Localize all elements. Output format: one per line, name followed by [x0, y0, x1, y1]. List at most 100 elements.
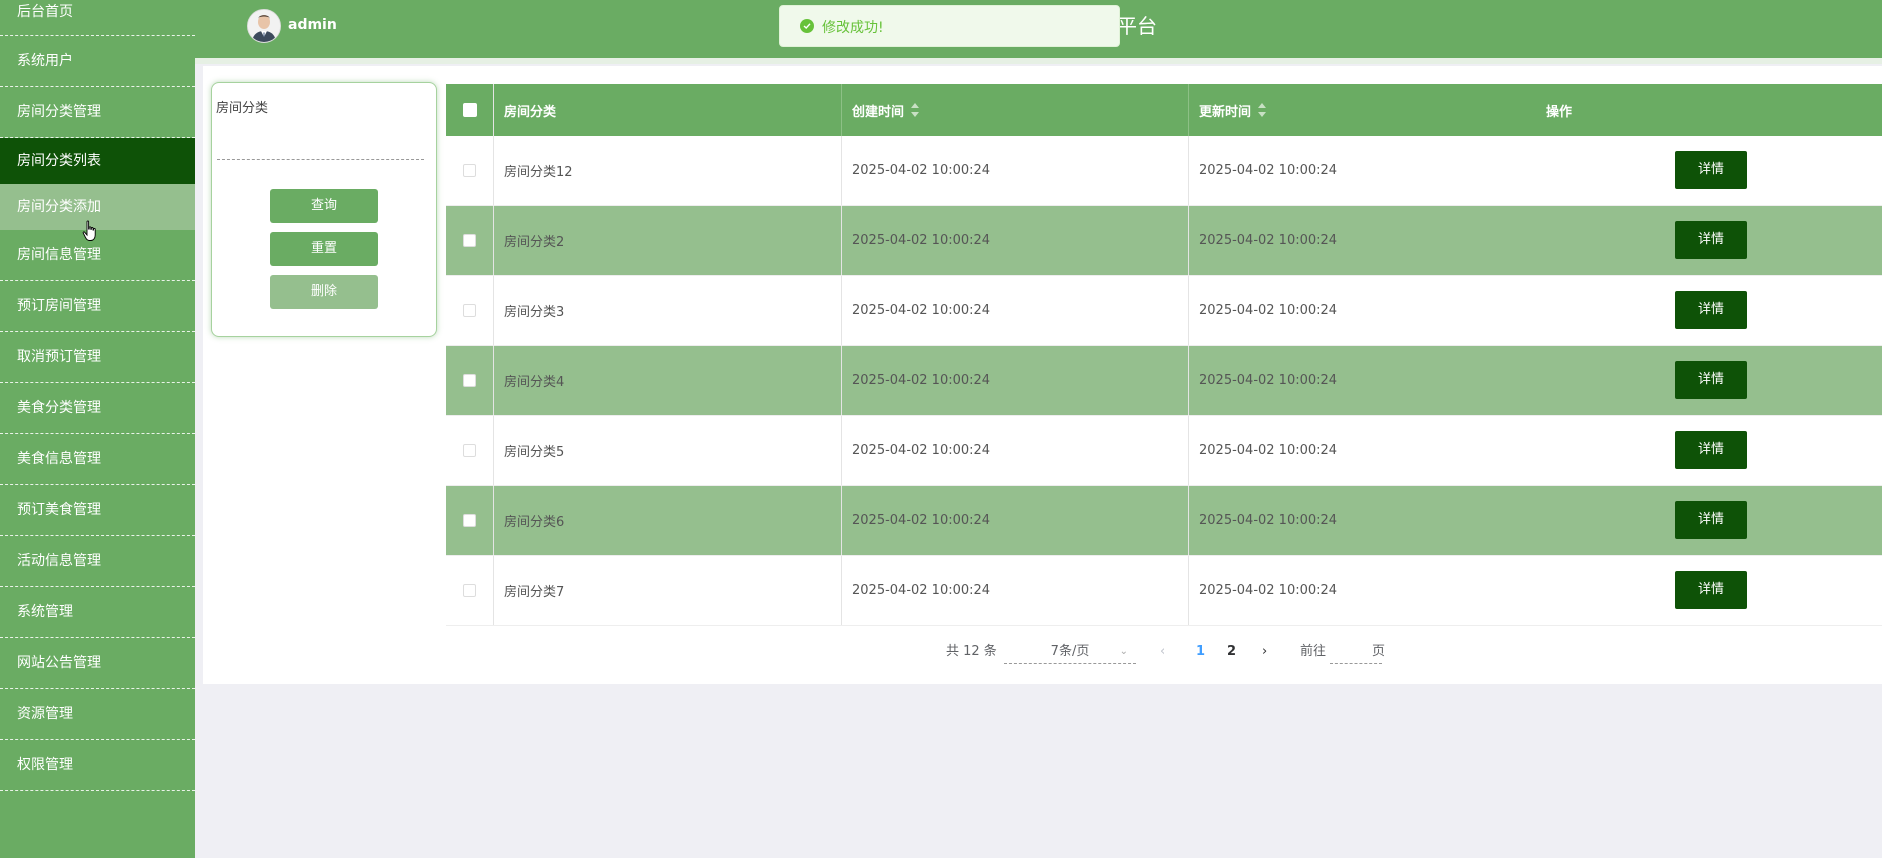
column-header-updated[interactable]: 更新时间	[1189, 84, 1536, 136]
row-name: 房间分类3	[494, 276, 842, 345]
detail-button[interactable]: 详情	[1675, 361, 1747, 399]
chevron-right-icon[interactable]: ›	[1262, 641, 1267, 663]
site-title: 平台	[1117, 14, 1157, 38]
column-header-updated-label: 更新时间	[1199, 104, 1252, 120]
column-header-created[interactable]: 创建时间	[842, 84, 1189, 136]
pagination: 共 12 条 7条/页 ⌄ ‹ 1 2 › 前往 页	[0, 641, 1882, 664]
sidebar-item-dashboard[interactable]: 后台首页	[0, 0, 195, 36]
row-created: 2025-04-02 10:00:24	[842, 556, 1189, 625]
sidebar-item-system-users[interactable]: 系统用户	[0, 36, 195, 87]
row-checkbox-cell	[446, 346, 494, 415]
sidebar-item-activity-info-management[interactable]: 活动信息管理	[0, 536, 195, 587]
sidebar-item-cancel-booking-management[interactable]: 取消预订管理	[0, 332, 195, 383]
detail-button[interactable]: 详情	[1675, 431, 1747, 469]
page-size-select[interactable]: 7条/页 ⌄	[1004, 641, 1136, 664]
row-checkbox[interactable]	[463, 374, 476, 387]
row-created: 2025-04-02 10:00:24	[842, 346, 1189, 415]
detail-button[interactable]: 详情	[1675, 221, 1747, 259]
row-checkbox-cell	[446, 416, 494, 485]
row-checkbox-cell	[446, 276, 494, 345]
row-name: 房间分类7	[494, 556, 842, 625]
page-number-1[interactable]: 1	[1196, 641, 1205, 663]
chevron-down-icon: ⌄	[1119, 646, 1128, 657]
row-created: 2025-04-02 10:00:24	[842, 416, 1189, 485]
row-checkbox[interactable]	[463, 164, 476, 177]
detail-button[interactable]: 详情	[1675, 151, 1747, 189]
row-updated: 2025-04-02 10:00:24	[1199, 303, 1338, 318]
sidebar-item-room-category-list[interactable]: 房间分类列表	[0, 138, 195, 184]
table-row: 房间分类7 2025-04-02 10:00:24 2025-04-02 10:…	[446, 556, 1882, 626]
goto-label: 前往	[1300, 644, 1327, 659]
page-number-2[interactable]: 2	[1227, 641, 1236, 663]
row-name: 房间分类12	[494, 136, 842, 205]
username[interactable]: admin	[288, 17, 337, 33]
row-checkbox-cell	[446, 486, 494, 555]
hand-pointer-icon	[82, 220, 96, 241]
sidebar-item-food-category-management[interactable]: 美食分类管理	[0, 383, 195, 434]
select-all-checkbox[interactable]	[462, 103, 477, 117]
query-button[interactable]: 查询	[270, 189, 378, 223]
row-checkbox-cell	[446, 136, 494, 205]
table-header: 房间分类 创建时间 更新时间 操作	[446, 84, 1882, 136]
row-name: 房间分类2	[494, 206, 842, 275]
success-check-icon	[800, 19, 814, 33]
page-unit-label: 页	[1372, 644, 1386, 659]
sidebar-item-food-booking-management[interactable]: 预订美食管理	[0, 485, 195, 536]
table-row: 房间分类3 2025-04-02 10:00:24 2025-04-02 10:…	[446, 276, 1882, 346]
table-row: 房间分类5 2025-04-02 10:00:24 2025-04-02 10:…	[446, 416, 1882, 486]
row-checkbox[interactable]	[463, 584, 476, 597]
avatar[interactable]	[247, 9, 281, 43]
row-checkbox-cell	[446, 206, 494, 275]
sidebar-item-resource-management[interactable]: 资源管理	[0, 689, 195, 740]
search-label: 房间分类	[216, 101, 269, 116]
sidebar-item-system-management[interactable]: 系统管理	[0, 587, 195, 638]
row-created: 2025-04-02 10:00:24	[842, 206, 1189, 275]
page-size-value: 7条/页	[1050, 644, 1090, 659]
room-category-search-input[interactable]	[217, 123, 424, 160]
row-updated: 2025-04-02 10:00:24	[1199, 373, 1338, 388]
sort-caret-icon[interactable]	[1258, 103, 1267, 117]
row-checkbox[interactable]	[463, 304, 476, 317]
row-updated: 2025-04-02 10:00:24	[1199, 163, 1338, 178]
toast-message: 修改成功!	[822, 20, 884, 36]
detail-button[interactable]: 详情	[1675, 501, 1747, 539]
success-toast: 修改成功!	[779, 5, 1120, 47]
row-updated: 2025-04-02 10:00:24	[1199, 583, 1338, 598]
detail-button[interactable]: 详情	[1675, 571, 1747, 609]
table-row: 房间分类4 2025-04-02 10:00:24 2025-04-02 10:…	[446, 346, 1882, 416]
room-category-table: 房间分类 创建时间 更新时间 操作 房间分类12 2025-04-02 10:0…	[446, 84, 1882, 626]
pagination-total: 共 12 条	[946, 644, 997, 659]
row-checkbox-cell	[446, 556, 494, 625]
user-avatar-icon	[248, 10, 280, 42]
header-checkbox-cell	[446, 84, 494, 136]
row-created: 2025-04-02 10:00:24	[842, 276, 1189, 345]
row-checkbox[interactable]	[463, 444, 476, 457]
row-created: 2025-04-02 10:00:24	[842, 136, 1189, 205]
row-name: 房间分类6	[494, 486, 842, 555]
column-header-created-label: 创建时间	[852, 104, 905, 120]
chevron-left-icon[interactable]: ‹	[1160, 641, 1165, 663]
sidebar-item-food-info-management[interactable]: 美食信息管理	[0, 434, 195, 485]
column-header-name-label: 房间分类	[504, 104, 557, 120]
row-checkbox[interactable]	[463, 234, 476, 247]
row-updated: 2025-04-02 10:00:24	[1199, 513, 1338, 528]
sort-caret-icon[interactable]	[911, 103, 920, 117]
search-panel: 房间分类 查询 重置 删除	[211, 82, 437, 337]
row-updated: 2025-04-02 10:00:24	[1199, 233, 1338, 248]
sidebar-item-room-category-management[interactable]: 房间分类管理	[0, 87, 195, 138]
table-row: 房间分类12 2025-04-02 10:00:24 2025-04-02 10…	[446, 136, 1882, 206]
detail-button[interactable]: 详情	[1675, 291, 1747, 329]
table-row: 房间分类6 2025-04-02 10:00:24 2025-04-02 10:…	[446, 486, 1882, 556]
sidebar-item-room-booking-management[interactable]: 预订房间管理	[0, 281, 195, 332]
reset-button[interactable]: 重置	[270, 232, 378, 266]
row-name: 房间分类5	[494, 416, 842, 485]
row-updated: 2025-04-02 10:00:24	[1199, 443, 1338, 458]
sidebar: 后台首页 系统用户 房间分类管理 房间分类列表 房间分类添加 房间信息管理 预订…	[0, 0, 195, 858]
sidebar-item-permission-management[interactable]: 权限管理	[0, 740, 195, 791]
column-header-actions: 操作	[1546, 84, 1746, 136]
header-divider	[195, 58, 1882, 64]
delete-button[interactable]: 删除	[270, 275, 378, 309]
table-row: 房间分类2 2025-04-02 10:00:24 2025-04-02 10:…	[446, 206, 1882, 276]
row-checkbox[interactable]	[463, 514, 476, 527]
row-created: 2025-04-02 10:00:24	[842, 486, 1189, 555]
